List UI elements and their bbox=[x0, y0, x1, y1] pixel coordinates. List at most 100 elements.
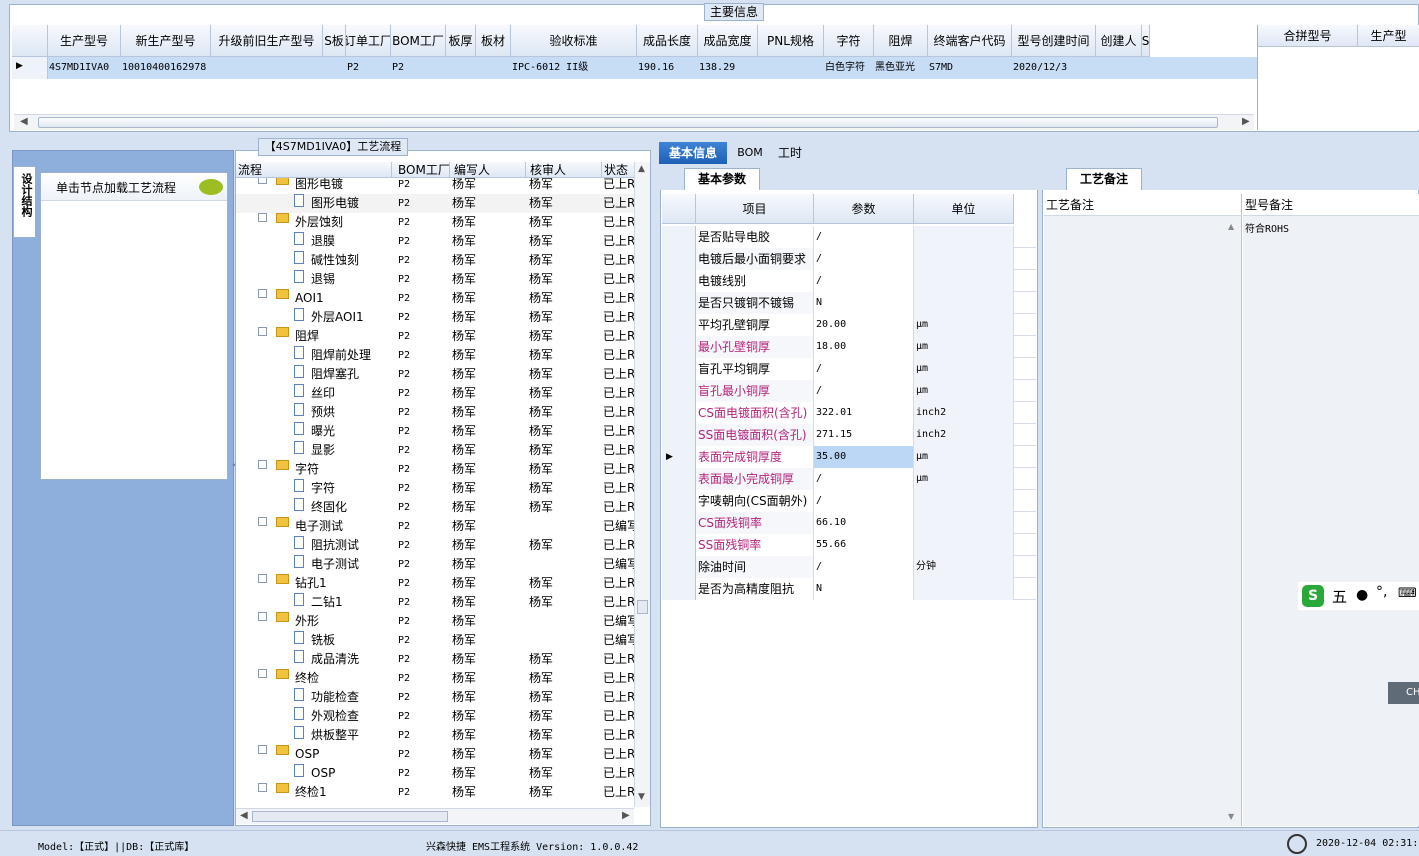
tab-basic-params[interactable]: 基本参数 bbox=[684, 168, 760, 190]
scroll-up-icon[interactable]: ▲ bbox=[1228, 222, 1234, 231]
tree-node[interactable]: 功能检查 P2 杨军 杨军 已上R bbox=[236, 688, 636, 707]
table-cell[interactable]: P2 bbox=[347, 57, 392, 79]
param-value[interactable]: 66.10 bbox=[814, 512, 914, 534]
tree-node[interactable]: 外层AOI1 P2 杨军 杨军 已上R bbox=[236, 308, 636, 327]
col-header[interactable]: 字符 bbox=[824, 25, 874, 57]
tab-bom[interactable]: BOM bbox=[735, 142, 765, 164]
tree-node[interactable]: − 终检 P2 杨军 杨军 已上R bbox=[236, 669, 636, 688]
col-header[interactable]: 生产型号 bbox=[48, 25, 121, 57]
table-cell[interactable] bbox=[447, 57, 477, 79]
process-remark-text[interactable]: ▲ ▼ bbox=[1044, 216, 1242, 826]
tree-node[interactable]: − 电子测试 P2 杨军 已编写 bbox=[236, 517, 636, 536]
tree-node[interactable]: − 终检1 P2 杨军 杨军 已上R bbox=[236, 783, 636, 802]
tree-node[interactable]: 成品清洗 P2 杨军 杨军 已上R bbox=[236, 650, 636, 669]
col-header[interactable]: 成品宽度 bbox=[698, 25, 758, 57]
tree-node[interactable]: 字符 P2 杨军 杨军 已上R bbox=[236, 479, 636, 498]
scroll-left-icon[interactable]: ◀ bbox=[240, 810, 248, 821]
process-tree[interactable]: −图形电镀P2杨军杨军已上R图形电镀P2杨军杨军已上R−外层蚀刻P2杨军杨军已上… bbox=[236, 178, 636, 808]
table-row[interactable]: 是否贴导电胶 / bbox=[662, 226, 1036, 248]
param-value[interactable]: 271.15 bbox=[814, 424, 914, 446]
tree-node[interactable]: 显影 P2 杨军 杨军 已上R bbox=[236, 441, 636, 460]
tree-node[interactable]: 二钻1 P2 杨军 杨军 已上R bbox=[236, 593, 636, 612]
table-cell[interactable]: 4S7MD1IVA0 bbox=[49, 57, 122, 79]
col-header[interactable]: BOM工厂 bbox=[391, 25, 446, 57]
col-header[interactable]: 板厚 bbox=[446, 25, 476, 57]
col-header[interactable]: 状态 bbox=[602, 162, 636, 178]
collapse-toggle-icon[interactable]: − bbox=[258, 289, 267, 298]
param-value[interactable]: / bbox=[814, 380, 914, 402]
col-header[interactable]: 终端客户代码 bbox=[928, 25, 1012, 57]
tab-basic-info[interactable]: 基本信息 bbox=[659, 142, 727, 164]
collapse-toggle-icon[interactable]: − bbox=[258, 460, 267, 469]
table-cell[interactable] bbox=[477, 57, 512, 79]
col-header[interactable]: 生产型 bbox=[1358, 25, 1419, 47]
tree-node[interactable]: 阻焊前处理 P2 杨军 杨军 已上R bbox=[236, 346, 636, 365]
table-row[interactable]: 是否只镀铜不镀锡 N bbox=[662, 292, 1036, 314]
table-row[interactable]: 是否为高精度阻抗 N bbox=[662, 578, 1036, 600]
model-remark-text[interactable]: 符合ROHS bbox=[1243, 216, 1419, 826]
col-header[interactable]: 验收标准 bbox=[511, 25, 637, 57]
table-row[interactable]: 除油时间 / 分钟 bbox=[662, 556, 1036, 578]
tree-node[interactable]: 电子测试 P2 杨军 已编写 bbox=[236, 555, 636, 574]
table-row[interactable]: ▶ 表面完成铜厚度 35.00 μm bbox=[662, 446, 1036, 468]
tree-node[interactable]: 图形电镀 P2 杨军 杨军 已上R bbox=[236, 194, 636, 213]
table-row[interactable]: SS面残铜率 55.66 bbox=[662, 534, 1036, 556]
scroll-thumb[interactable] bbox=[637, 600, 648, 614]
param-value[interactable]: / bbox=[814, 490, 914, 512]
col-header[interactable]: 项目 bbox=[696, 194, 814, 224]
param-value[interactable]: / bbox=[814, 226, 914, 248]
param-value[interactable]: / bbox=[814, 468, 914, 490]
col-header[interactable]: 型号创建时间 bbox=[1012, 25, 1096, 57]
tree-node[interactable]: − 外层蚀刻 P2 杨军 杨军 已上R bbox=[236, 213, 636, 232]
moon-icon[interactable]: ● bbox=[1356, 587, 1368, 603]
table-row[interactable]: 盲孔平均铜厚 / μm bbox=[662, 358, 1036, 380]
table-cell[interactable]: IPC-6012 II级 bbox=[512, 57, 638, 79]
collapse-toggle-icon[interactable]: − bbox=[258, 574, 267, 583]
param-value[interactable]: N bbox=[814, 292, 914, 314]
ime-mode[interactable]: 五 bbox=[1332, 586, 1347, 607]
tree-hscroll[interactable]: ◀ ▶ bbox=[236, 808, 634, 824]
scroll-down-icon[interactable]: ▼ bbox=[1228, 812, 1234, 821]
table-cell[interactable]: 138.29 bbox=[699, 57, 759, 79]
tree-node[interactable]: − 图形电镀 P2 杨军 杨军 已上R bbox=[236, 178, 636, 194]
tree-node[interactable]: − 钻孔1 P2 杨军 杨军 已上R bbox=[236, 574, 636, 593]
table-row[interactable]: SS面电镀面积(含孔) 271.15 inch2 bbox=[662, 424, 1036, 446]
tree-node[interactable]: OSP P2 杨军 杨军 已上R bbox=[236, 764, 636, 783]
tree-node[interactable]: 外观检查 P2 杨军 杨军 已上R bbox=[236, 707, 636, 726]
col-header[interactable]: 成品长度 bbox=[637, 25, 698, 57]
main-grid-row[interactable]: 4S7MD1IVA0 10010400162978 P2 P2 IPC-6012 II级… bbox=[12, 57, 1258, 79]
tree-node[interactable]: 预烘 P2 杨军 杨军 已上R bbox=[236, 403, 636, 422]
param-value[interactable]: 35.00 bbox=[814, 446, 914, 468]
tab-labor-hours[interactable]: 工时 bbox=[773, 142, 807, 164]
splitter-handle[interactable] bbox=[1036, 460, 1041, 530]
param-value[interactable]: / bbox=[814, 270, 914, 292]
collapse-toggle-icon[interactable]: − bbox=[258, 745, 267, 754]
col-header[interactable]: 升级前旧生产型号 bbox=[211, 25, 323, 57]
splitter[interactable] bbox=[0, 133, 1419, 139]
param-value[interactable]: 18.00 bbox=[814, 336, 914, 358]
tree-node[interactable]: − 阻焊 P2 杨军 杨军 已上R bbox=[236, 327, 636, 346]
scroll-down-icon[interactable]: ▼ bbox=[638, 792, 645, 802]
collapse-toggle-icon[interactable]: − bbox=[258, 178, 267, 184]
collapse-toggle-icon[interactable]: − bbox=[258, 669, 267, 678]
ime-toolbar[interactable]: S 五 ● °, ⌨ bbox=[1298, 582, 1419, 610]
table-cell[interactable] bbox=[759, 57, 825, 79]
col-header[interactable]: 核审人 bbox=[526, 162, 602, 178]
table-cell[interactable] bbox=[1097, 57, 1143, 79]
table-cell[interactable] bbox=[212, 57, 324, 79]
scroll-left-icon[interactable]: ◀ bbox=[20, 116, 28, 127]
scroll-right-icon[interactable]: ▶ bbox=[622, 810, 630, 821]
tree-node[interactable]: − OSP P2 杨军 杨军 已上R bbox=[236, 745, 636, 764]
table-cell[interactable] bbox=[324, 57, 347, 79]
param-value[interactable]: / bbox=[814, 358, 914, 380]
design-structure-tree[interactable]: 单击节点加载工艺流程 bbox=[40, 172, 228, 480]
param-grid[interactable]: 是否贴导电胶 / 电镀后最小面铜要求 / 电镀线别 / 是否只镀铜不镀锡 N 平均孔壁铜厚 20.… bbox=[662, 226, 1036, 606]
col-header[interactable]: 阻焊 bbox=[874, 25, 928, 57]
tree-node[interactable]: 终固化 P2 杨军 杨军 已上R bbox=[236, 498, 636, 517]
table-row[interactable]: 盲孔最小铜厚 / μm bbox=[662, 380, 1036, 402]
col-header[interactable]: 订单工厂 bbox=[346, 25, 391, 57]
table-cell[interactable]: 黑色亚光 bbox=[875, 57, 929, 79]
col-header[interactable]: 单位 bbox=[914, 194, 1014, 224]
scroll-right-icon[interactable]: ▶ bbox=[1242, 116, 1250, 127]
tab-process-remarks[interactable]: 工艺备注 bbox=[1066, 168, 1142, 190]
